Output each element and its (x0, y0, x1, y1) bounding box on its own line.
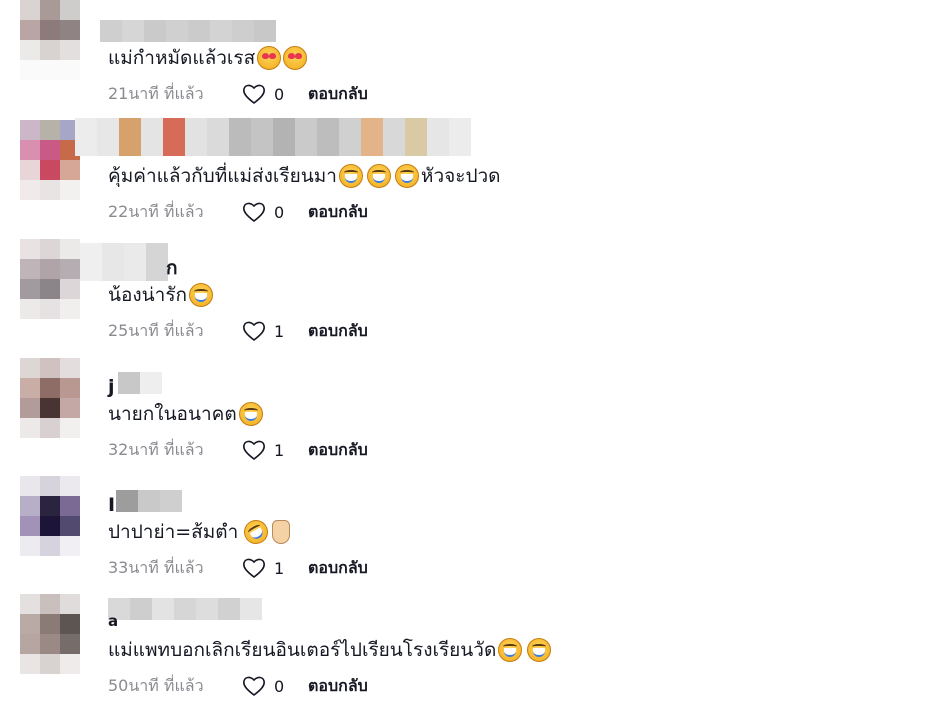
timestamp: 32นาที ที่แล้ว (108, 439, 204, 459)
like-count: 0 (274, 84, 285, 104)
heart-icon[interactable] (242, 83, 266, 105)
comment-body-tail: หัวจะปวด (420, 165, 501, 187)
comment-item: แม่กำหมัดแล้วเรส 21นาที ที่แล้ว 0 ตอบกลั… (0, 0, 932, 118)
reply-button[interactable]: ตอบกลับ (308, 674, 368, 699)
username-blurred[interactable] (118, 372, 162, 394)
username-blurred[interactable] (100, 20, 276, 42)
username-visible-char[interactable]: j (108, 376, 115, 398)
comment-text: แม่กำหมัดแล้วเรส (108, 44, 308, 72)
comment-item: ก น้องน่ารัก 25นาที ที่แล้ว 1 ตอบกลับ (0, 237, 932, 355)
comment-text: คุ้มค่าแล้วกับที่แม่ส่งเรียนมา หัวจะปวด (108, 162, 501, 190)
comment-body: แม่แพทบอกเลิกเรียนอินเตอร์ไปเรียนโรงเรีย… (108, 639, 497, 661)
username-visible-char[interactable]: a (108, 610, 118, 632)
heart-icon[interactable] (242, 557, 266, 579)
reply-button[interactable]: ตอบกลับ (308, 319, 368, 344)
avatar[interactable] (20, 0, 80, 80)
comment-body: ปาปาย่า=ส้มตำ (108, 521, 239, 543)
timestamp: 25นาที ที่แล้ว (108, 320, 204, 340)
username-blurred[interactable] (80, 243, 168, 281)
like-count: 0 (274, 676, 285, 696)
tears-of-joy-emoji-icon (394, 164, 419, 188)
tears-of-joy-emoji-icon (338, 164, 363, 188)
timestamp: 21นาที ที่แล้ว (108, 83, 204, 103)
username-blurred[interactable] (108, 598, 262, 620)
comment-meta: 33นาที ที่แล้ว 1 ตอบกลับ (108, 556, 368, 580)
username-blurred[interactable] (75, 118, 471, 156)
comment-body: น้องน่ารัก (108, 284, 188, 306)
avatar[interactable] (20, 594, 80, 674)
username-visible-char[interactable]: I (108, 494, 115, 516)
like-count: 1 (274, 440, 285, 460)
comment-item: คุ้มค่าแล้วกับที่แม่ส่งเรียนมา หัวจะปวด … (0, 118, 932, 236)
avatar[interactable] (20, 358, 80, 438)
comment-meta: 50นาที ที่แล้ว 0 ตอบกลับ (108, 674, 368, 698)
comment-meta: 25นาที ที่แล้ว 1 ตอบกลับ (108, 319, 368, 343)
comment-meta: 21นาที ที่แล้ว 0 ตอบกลับ (108, 82, 368, 106)
like-count: 1 (274, 558, 285, 578)
heart-icon[interactable] (242, 320, 266, 342)
timestamp: 22นาที ที่แล้ว (108, 201, 204, 221)
avatar[interactable] (20, 120, 80, 200)
heart-icon[interactable] (242, 675, 266, 697)
heart-icon[interactable] (242, 439, 266, 461)
tears-of-joy-emoji-icon (498, 638, 523, 662)
avatar[interactable] (20, 476, 80, 556)
rolling-laughing-emoji-icon (239, 515, 273, 549)
tears-of-joy-emoji-icon (366, 164, 391, 188)
comment-text: ปาปาย่า=ส้มตำ (108, 515, 291, 549)
heart-icon[interactable] (242, 201, 266, 223)
reply-button[interactable]: ตอบกลับ (308, 556, 368, 581)
username-blurred[interactable] (116, 490, 182, 512)
tears-of-joy-emoji-icon (189, 283, 214, 307)
comment-body: คุ้มค่าแล้วกับที่แม่ส่งเรียนมา (108, 165, 337, 187)
timestamp: 50นาที ที่แล้ว (108, 675, 204, 695)
comment-meta: 22นาที ที่แล้ว 0 ตอบกลับ (108, 200, 368, 224)
comment-meta: 32นาที ที่แล้ว 1 ตอบกลับ (108, 438, 368, 462)
comment-text: น้องน่ารัก (108, 281, 214, 309)
reply-button[interactable]: ตอบกลับ (308, 438, 368, 463)
reply-button[interactable]: ตอบกลับ (308, 82, 368, 107)
reply-button[interactable]: ตอบกลับ (308, 200, 368, 225)
comment-item: j นายกในอนาคต 32นาที ที่แล้ว 1 ตอบกลับ (0, 356, 932, 474)
avatar[interactable] (20, 239, 80, 319)
comment-item: a แม่แพทบอกเลิกเรียนอินเตอร์ไปเรียนโรงเร… (0, 592, 932, 710)
comment-body: นายกในอนาคต (108, 403, 237, 425)
tears-of-joy-emoji-icon (238, 402, 263, 426)
tears-of-joy-emoji-icon (527, 638, 552, 662)
comment-text: แม่แพทบอกเลิกเรียนอินเตอร์ไปเรียนโรงเรีย… (108, 636, 552, 664)
comment-body: แม่กำหมัดแล้วเรส (108, 47, 256, 69)
timestamp: 33นาที ที่แล้ว (108, 557, 204, 577)
heart-eyes-emoji-icon (257, 46, 282, 70)
heart-eyes-emoji-icon (283, 46, 308, 70)
like-count: 1 (274, 321, 285, 341)
username-visible-char[interactable]: ก (166, 257, 178, 279)
victory-hand-emoji-icon (272, 520, 291, 544)
like-count: 0 (274, 202, 285, 222)
comment-text: นายกในอนาคต (108, 400, 263, 428)
comment-item: I ปาปาย่า=ส้มตำ 33นาที ที่แล้ว 1 ตอบกลับ (0, 474, 932, 592)
